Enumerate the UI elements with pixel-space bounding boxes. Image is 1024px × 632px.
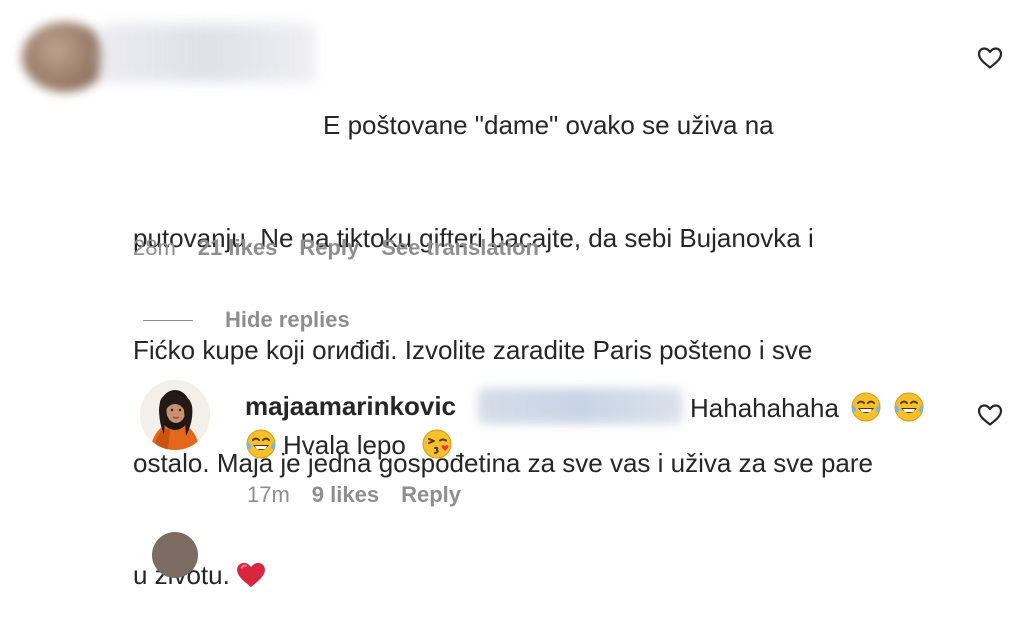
kissing-face-emoji-icon [422, 429, 452, 459]
comment-line-3: Fićko kupe koji orиđiđi. Izvolite zaradi… [133, 335, 813, 365]
red-heart-emoji-icon [236, 562, 265, 588]
comment-meta: 28m 21 likes Reply See translation [133, 235, 561, 261]
replies-divider-line [143, 320, 193, 321]
reply-timestamp: 17m [247, 482, 290, 507]
next-comment-avatar[interactable] [152, 532, 198, 578]
reply-text-line-2: Hvala lepo [245, 428, 453, 461]
commenter-avatar[interactable] [22, 22, 108, 92]
comment-likes-count[interactable]: 21 likes [198, 235, 278, 260]
reply-like-heart-icon[interactable] [977, 403, 1003, 427]
reply-avatar-photo [140, 380, 210, 450]
mention-blurred[interactable] [478, 388, 683, 424]
comment-like-heart-icon[interactable] [977, 46, 1003, 70]
comment-reply-button[interactable]: Reply [299, 235, 359, 260]
reply-reply-button[interactable]: Reply [401, 482, 461, 507]
reply-likes-count[interactable]: 9 likes [312, 482, 379, 507]
reply-text-line-1: Hahahahaha [690, 391, 925, 424]
see-translation-button[interactable]: See translation [381, 235, 539, 260]
reply-text-part-1: Hahahahaha [690, 393, 839, 423]
comment-line-5: u životu. [133, 557, 953, 595]
tears-of-joy-emoji-icon [851, 392, 881, 422]
reply-author-avatar[interactable] [140, 380, 210, 450]
hide-replies-button[interactable]: Hide replies [225, 307, 350, 333]
comment-line-1: E poštovane "dame" ovako se uživa na [323, 110, 774, 140]
reply-meta: 17m 9 likes Reply [247, 482, 483, 508]
tears-of-joy-emoji-icon [246, 429, 276, 459]
reply-text-part-2: Hvala lepo [283, 430, 406, 460]
tears-of-joy-emoji-icon [894, 392, 924, 422]
comment-timestamp: 28m [133, 235, 176, 260]
reply-username[interactable]: majaamarinkovic [245, 391, 456, 422]
